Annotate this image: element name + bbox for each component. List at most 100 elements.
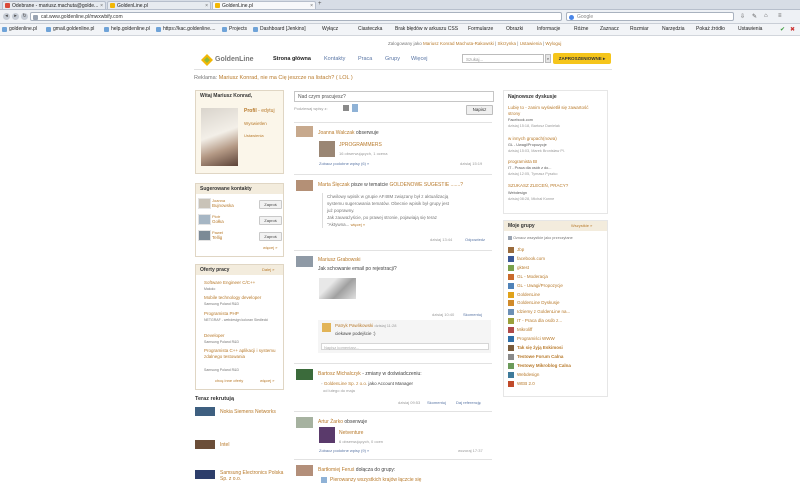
avatar[interactable] [296,417,313,428]
close-tab-icon[interactable]: × [310,2,313,9]
recruiting-company[interactable]: Samsung Electronics Polska Sp. z o.o. [220,470,284,482]
webdev-disable[interactable]: Wyłącz [322,25,338,34]
close-tab-icon[interactable]: × [100,2,103,9]
bookmark-jenkins[interactable]: Dashboard [Jenkins] [253,25,306,34]
url-bar[interactable]: cat.www.goldenline.pl/mwxwbify.com [30,12,562,21]
comment-input[interactable]: Napisz komentarz... [321,343,489,350]
group-label[interactable]: WEB 2.0 [517,380,535,388]
job-offers-more-link[interactable]: Dalej » [262,267,274,272]
company-logo[interactable] [195,407,215,416]
webdev-tools[interactable]: Narzędzia [662,25,685,34]
browser-tab-gmail[interactable]: Odebrane - mariusz.machuta@golde... × [2,1,106,9]
avatar[interactable] [322,323,331,332]
reload-icon[interactable]: ↻ [21,13,28,20]
group-label[interactable]: Webdesign [517,371,539,379]
nav-jobs[interactable]: Praca [358,56,372,62]
menu-icon[interactable]: ≡ [778,13,782,19]
bookmark-kac[interactable]: https://kac.goldenline.... [156,25,216,34]
webdev-options[interactable]: Ustawienia [738,25,762,34]
discussion-title-link[interactable]: Lubię to - zanim wyświetlił się zawartoś… [508,105,600,117]
contact-avatar[interactable] [198,198,211,209]
nav-groups[interactable]: Grupy [385,56,400,62]
comment-link[interactable]: Skomentuj [427,400,446,405]
feed-author-link[interactable]: Bartosz Michalczyk [318,371,361,377]
edit-profile-link[interactable]: - edytuj [258,108,274,114]
discussion-title-link[interactable]: programista BI [508,159,537,164]
webdev-resize[interactable]: Rozmiar [630,25,649,34]
job-title[interactable]: Programista C++ aplikacji i systemu zdal… [204,348,278,360]
give-reference-link[interactable]: Daj referencję [456,400,481,405]
inbox-link[interactable]: Skrzynka [498,41,517,46]
contact-surname[interactable]: Bujnowska [212,203,234,208]
mark-all-read-link[interactable]: Oznacz wszystkie jako przeczytane [508,236,573,240]
group-label[interactable]: gktest [517,264,529,272]
addon-icon[interactable]: ✎ [752,13,757,20]
browser-tab-goldenline-2[interactable]: GoldenLine.pl × [212,1,316,9]
similar-posts-link[interactable]: Zobacz podobne wpisy (6) » [319,161,369,166]
link-attach-icon[interactable] [343,105,349,111]
back-icon[interactable]: ◂ [3,13,10,20]
profile-link[interactable]: Profil [244,108,257,114]
more-contacts-link[interactable]: więcej » [263,245,277,250]
group-label[interactable]: GL - Moderacja [517,273,548,281]
nav-contacts[interactable]: Kontakty [324,56,345,62]
goldenline-logo[interactable]: GoldenLine [200,53,260,67]
group-label[interactable]: facebook.com [517,255,545,263]
ad-link[interactable]: Mariusz Konrad, nie ma Cię jeszcze na li… [219,75,353,81]
post-image[interactable] [319,278,356,299]
avatar[interactable] [296,126,313,137]
webdev-forms[interactable]: Formularze [468,25,493,34]
group-label[interactable]: IT - Praca dla osób z... [517,317,562,325]
company-logo[interactable] [195,440,215,449]
job-title[interactable]: Software Engineer C/C++ [204,280,255,285]
invite-contact-button[interactable]: Zaproś [259,232,282,241]
nav-home[interactable]: Strona główna [273,56,311,62]
group-label[interactable]: GoldenLine Dyskusje [517,299,560,307]
close-tab-icon[interactable]: × [205,2,208,9]
contact-surname[interactable]: Tellig [212,235,222,240]
group-label[interactable]: Testowy Mikroblog Calna [517,362,571,370]
reply-link[interactable]: Odpowiedz [465,237,485,242]
bookmark-help[interactable]: help.goldenline.pl [104,25,150,34]
feed-author-link[interactable]: Bartłomiej Feruś [318,467,354,473]
new-tab-button[interactable]: + [318,1,322,7]
webdev-outline[interactable]: Zaznacz [600,25,619,34]
feed-author-link[interactable]: Joanna Walczak [318,130,355,136]
avatar[interactable] [296,465,313,476]
contact-surname[interactable]: Gołka [212,219,224,224]
user-name-link[interactable]: Mariusz Konrad Machuta-Rakowski [423,41,494,46]
profile-photo[interactable] [201,108,238,166]
browser-search-input[interactable]: Google [566,12,734,21]
visits-link[interactable]: Wyswietlen [244,121,267,126]
site-search-input[interactable]: Szukaj... [462,54,544,63]
webdev-misc[interactable]: Różne [574,25,588,34]
group-label[interactable]: Programiści WWW [517,335,555,343]
webdev-cookies[interactable]: Ciasteczka [358,25,382,34]
contact-avatar[interactable] [198,230,211,241]
group-label[interactable]: GoldenLine [517,291,540,299]
bookmark-projects[interactable]: Projects [222,25,247,34]
feed-author-link[interactable]: Marta Ślęczak [318,182,350,188]
webdev-css[interactable]: Brak błędów w arkuszu CSS [395,25,458,34]
post-button[interactable]: Napisz [466,105,493,115]
contact-avatar[interactable] [198,214,211,225]
more-offers-link[interactable]: więcej » [260,378,274,383]
image-attach-icon[interactable] [352,104,358,112]
search-icon[interactable]: ⌕ [545,54,551,63]
webdev-images[interactable]: Obrazki [506,25,523,34]
group-link[interactable]: Pierowanzy wszystkich krajów łączcie się [330,477,421,483]
feed-author-link[interactable]: Mariusz Grabowski [318,257,361,263]
comment-author-link[interactable]: Patryk Pawlikowski [335,323,373,328]
group-label[interactable]: Jbp [517,246,524,254]
group-label[interactable]: Idziemy z GoldenLine na... [517,308,570,316]
discussion-title-link[interactable]: SZUKASZ ZLECEŃ, PRACY? [508,183,568,188]
all-groups-link[interactable]: Wszystkie » [571,223,592,228]
webdev-view-source[interactable]: Pokaż źródło [696,25,725,34]
avatar[interactable] [296,180,313,191]
nav-more[interactable]: Więcej [411,56,428,62]
webdev-information[interactable]: Informacje [537,25,560,34]
invite-button[interactable]: ZAPROSZENIOWNE ▸ [553,53,611,64]
comment-link[interactable]: Skomentuj [463,312,482,317]
invite-contact-button[interactable]: Zaproś [259,216,282,225]
similar-posts-link[interactable]: Zobacz podobne wpisy (9) » [319,448,369,453]
